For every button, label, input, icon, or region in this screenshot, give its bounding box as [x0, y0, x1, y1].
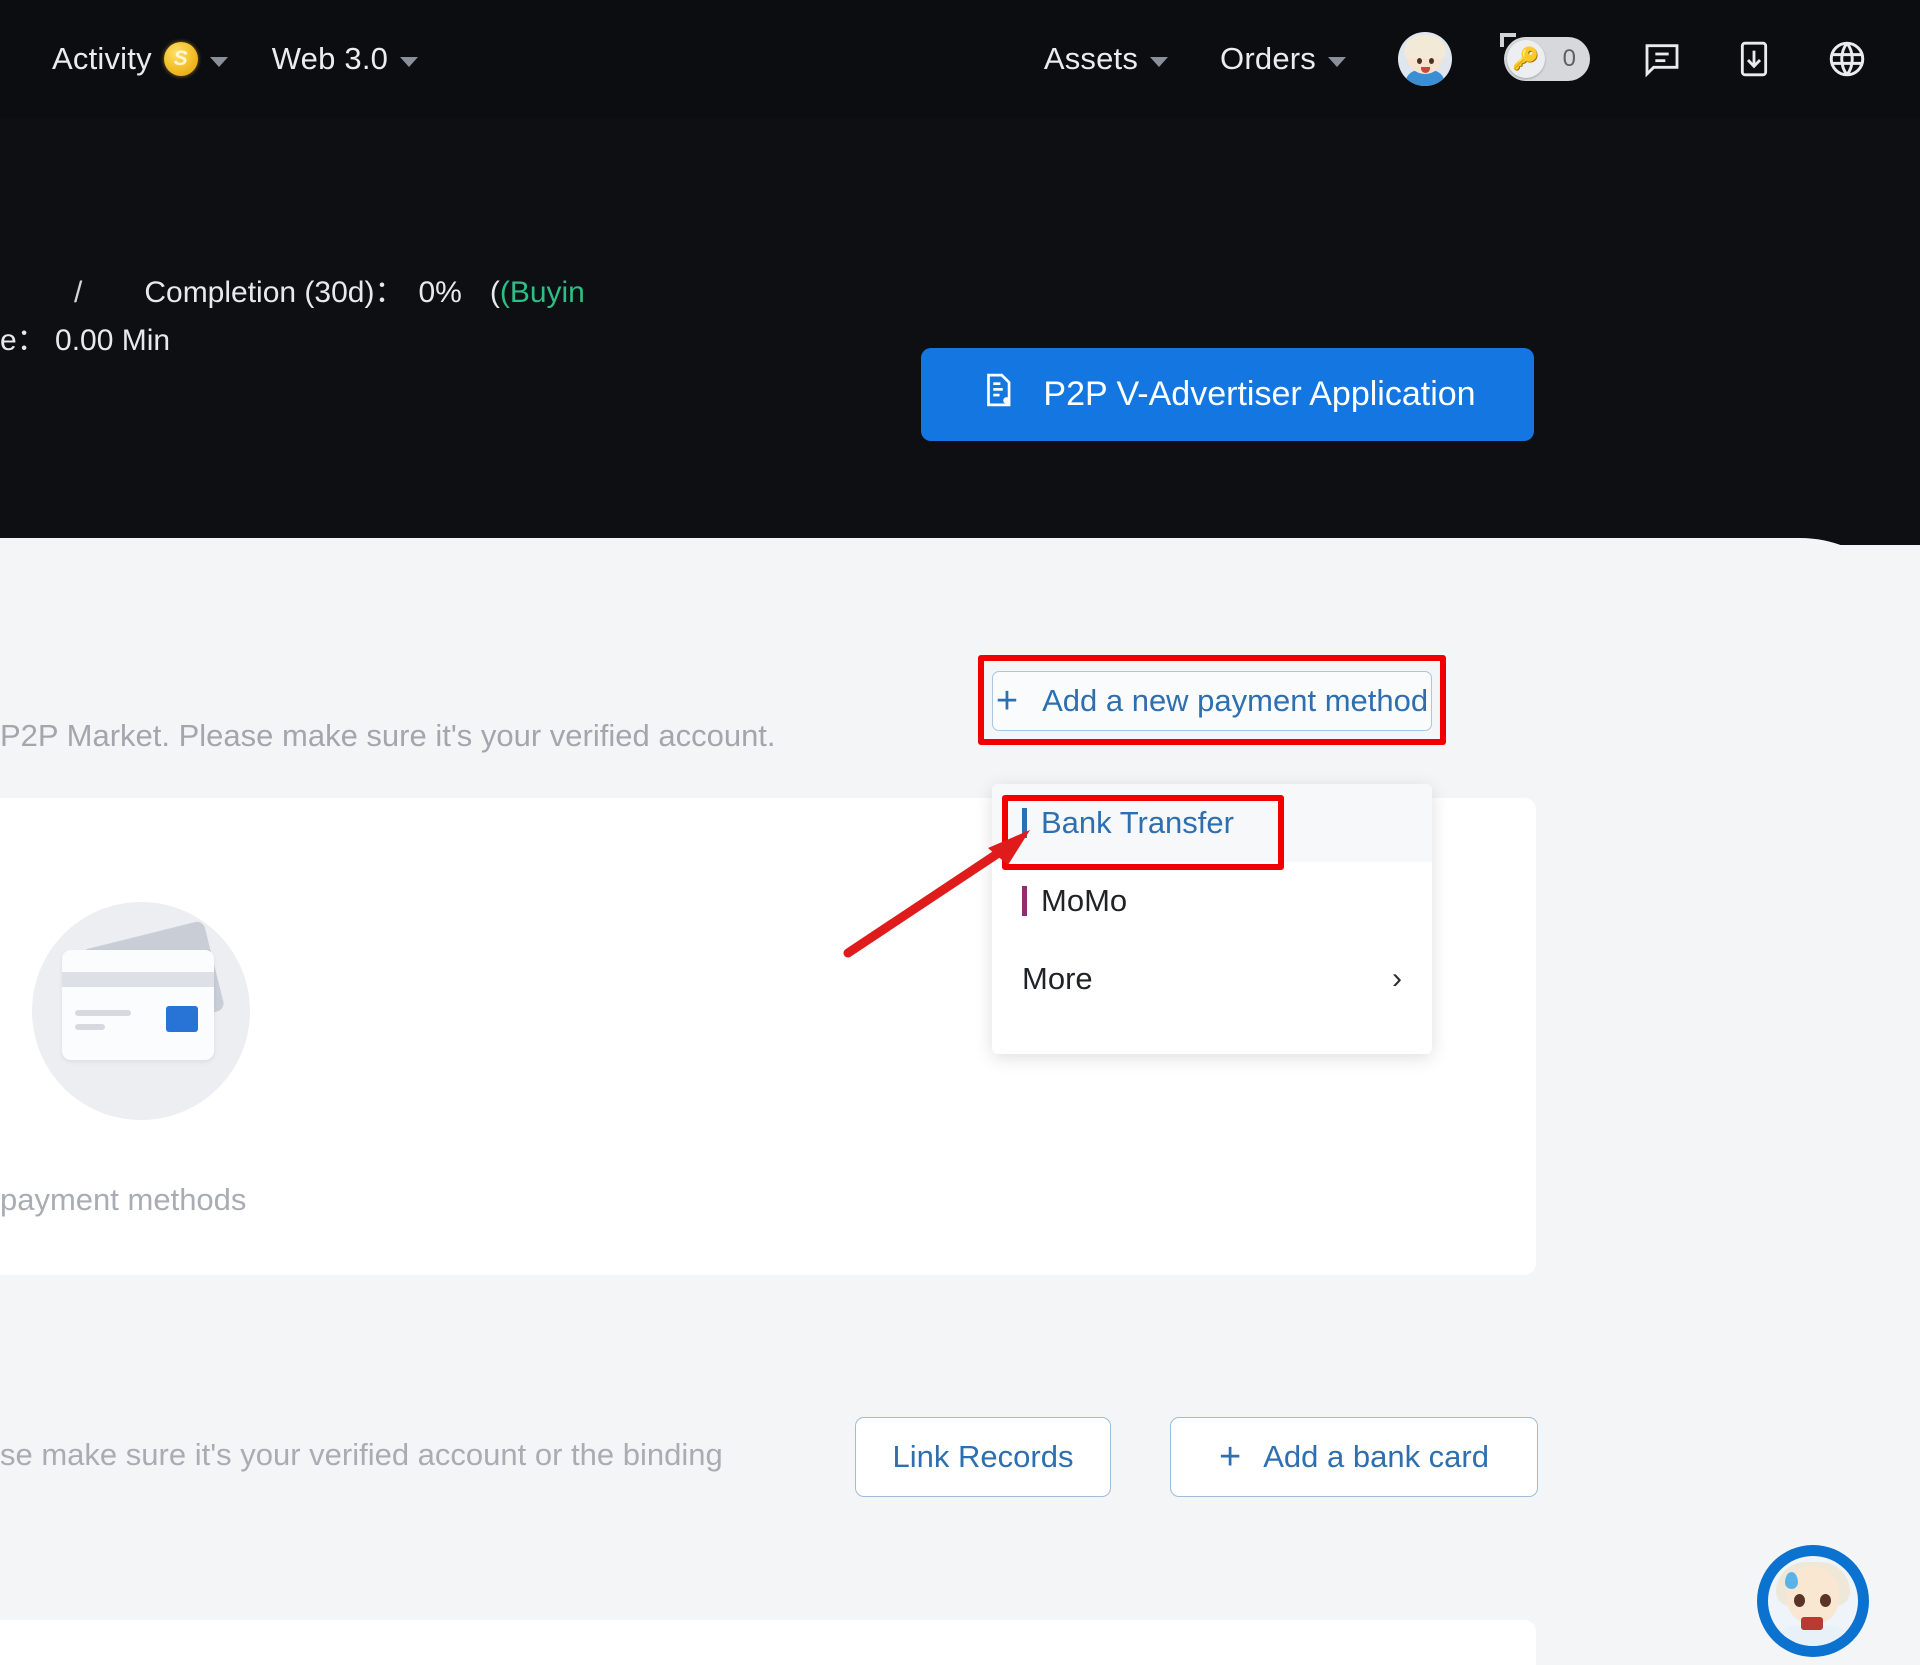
- rewards-count: 0: [1563, 45, 1576, 73]
- chat-message-icon[interactable]: [1642, 39, 1682, 79]
- nav-item-web3[interactable]: Web 3.0: [272, 41, 418, 77]
- plus-icon: +: [996, 688, 1018, 715]
- dropdown-item-more[interactable]: More ›: [992, 940, 1432, 1018]
- top-navbar: Activity S Web 3.0 Assets Orders: [0, 0, 1920, 118]
- illustration-card-line: [75, 1024, 105, 1030]
- avatar-eye-left: [1417, 58, 1422, 64]
- empty-state-text: payment methods: [0, 1182, 246, 1218]
- avatar-eye-right: [1429, 58, 1434, 64]
- merchant-stats-line-1: / Completion (30d)： 0% ((Buyin: [0, 276, 585, 310]
- bottom-card: [0, 1620, 1536, 1665]
- support-mascot-mouth: [1801, 1617, 1823, 1630]
- document-add-icon: [979, 371, 1017, 418]
- add-bank-card-button[interactable]: + Add a bank card: [1170, 1417, 1538, 1497]
- dropdown-item-bank-transfer-label: Bank Transfer: [1041, 805, 1234, 841]
- add-payment-method-button[interactable]: + Add a new payment method: [992, 671, 1432, 731]
- support-mascot-sweat-drop: [1785, 1572, 1798, 1589]
- payment-method-notice: P2P Market. Please make sure it's your v…: [0, 718, 1100, 754]
- nav-item-assets[interactable]: Assets: [1044, 41, 1168, 77]
- chevron-right-icon: ›: [1392, 962, 1402, 996]
- plus-icon: +: [1219, 1444, 1241, 1471]
- nav-item-activity-label: Activity: [52, 41, 152, 77]
- chevron-down-icon: [1328, 57, 1346, 67]
- credit-card-illustration: [32, 902, 250, 1120]
- nav-item-assets-label: Assets: [1044, 41, 1138, 77]
- avatar-hair: [1404, 35, 1446, 59]
- support-mascot-icon[interactable]: [1757, 1545, 1869, 1657]
- completion-rate-label: Completion (30d)：: [144, 276, 404, 310]
- support-mascot-eye-left: [1794, 1594, 1805, 1607]
- dropdown-item-momo-label: MoMo: [1041, 883, 1127, 919]
- globe-language-icon[interactable]: [1826, 38, 1868, 80]
- link-records-label: Link Records: [893, 1439, 1074, 1475]
- illustration-card-chip: [166, 1006, 198, 1032]
- add-payment-method-label: Add a new payment method: [1042, 683, 1428, 719]
- chevron-down-icon: [400, 57, 418, 67]
- key-icon: 🔑: [1507, 40, 1545, 78]
- completion-rate-value: 0%: [418, 276, 461, 310]
- p2p-advertiser-application-label: P2P V-Advertiser Application: [1043, 375, 1475, 414]
- illustration-card-line: [75, 1010, 131, 1016]
- bank-card-notice: se make sure it's your verified account …: [0, 1437, 723, 1473]
- support-mascot-eye-right: [1820, 1594, 1831, 1607]
- dropdown-item-momo[interactable]: MoMo: [992, 862, 1432, 940]
- nav-item-web3-label: Web 3.0: [272, 41, 388, 77]
- link-records-button[interactable]: Link Records: [855, 1417, 1111, 1497]
- navbar-left-group: Activity S Web 3.0: [52, 41, 418, 77]
- chevron-down-icon: [210, 57, 228, 67]
- dropdown-item-more-label: More: [1022, 961, 1093, 997]
- rewards-pill-toggle[interactable]: 🔑 0: [1504, 37, 1590, 81]
- download-app-icon[interactable]: [1734, 39, 1774, 79]
- page-root: Activity S Web 3.0 Assets Orders: [0, 0, 1920, 1665]
- stats-separator: /: [74, 276, 82, 310]
- dark-header-zone: Activity S Web 3.0 Assets Orders: [0, 0, 1920, 545]
- merchant-stats-text: / Completion (30d)： 0% ((Buyin e： 0.00 M…: [0, 276, 585, 357]
- payment-method-dropdown: Bank Transfer MoMo More ›: [992, 784, 1432, 1054]
- bank-transfer-color-bar-icon: [1022, 808, 1027, 838]
- nav-item-orders[interactable]: Orders: [1220, 41, 1346, 77]
- completion-rate-note: (Buyin: [500, 276, 585, 310]
- avatar[interactable]: [1398, 32, 1452, 86]
- p2p-advertiser-application-button[interactable]: P2P V-Advertiser Application: [921, 348, 1534, 441]
- navbar-right-group: Assets Orders 🔑: [1044, 32, 1868, 86]
- illustration-card-stripe: [62, 972, 214, 987]
- dropdown-item-bank-transfer[interactable]: Bank Transfer: [992, 784, 1432, 862]
- chevron-down-icon: [1150, 57, 1168, 67]
- support-mascot-inner: [1768, 1556, 1858, 1646]
- nav-item-orders-label: Orders: [1220, 41, 1316, 77]
- illustration-card-front: [62, 950, 214, 1060]
- coin-icon: S: [164, 42, 198, 76]
- avg-release-time: e： 0.00 Min: [0, 324, 585, 358]
- nav-item-activity[interactable]: Activity S: [52, 41, 228, 77]
- momo-color-bar-icon: [1022, 886, 1027, 916]
- open-paren: (: [490, 276, 500, 310]
- add-bank-card-label: Add a bank card: [1263, 1439, 1489, 1475]
